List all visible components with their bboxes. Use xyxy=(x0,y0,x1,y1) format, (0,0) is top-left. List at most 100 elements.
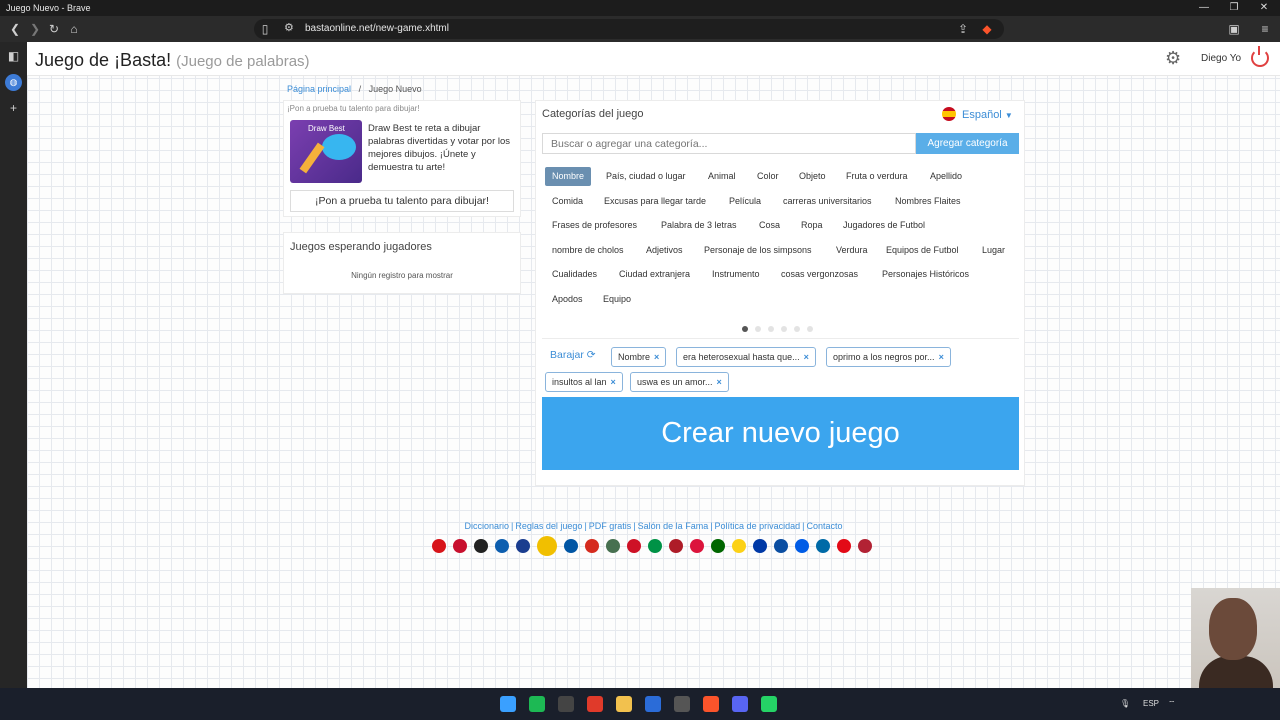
category-chip[interactable]: Jugadores de Futbol xyxy=(836,216,932,235)
russia-flag[interactable] xyxy=(753,539,767,553)
reload-icon[interactable]: ↻ xyxy=(45,20,63,38)
minimize-button[interactable]: — xyxy=(1189,0,1219,16)
category-chip[interactable]: Ciudad extranjera xyxy=(612,265,697,284)
category-chip[interactable]: carreras universitarios xyxy=(776,192,879,211)
wifi-icon[interactable]: ⌔ xyxy=(1168,699,1176,709)
remove-tag-icon[interactable]: × xyxy=(654,352,659,362)
croatia-flag[interactable] xyxy=(585,539,599,553)
remove-tag-icon[interactable]: × xyxy=(611,377,616,387)
denmark-flag[interactable] xyxy=(453,539,467,553)
greece-flag[interactable] xyxy=(495,539,509,553)
obs-icon[interactable] xyxy=(558,696,574,712)
spain-flag[interactable] xyxy=(537,536,557,556)
create-game-button[interactable]: Crear nuevo juego xyxy=(542,397,1019,470)
category-chip[interactable]: Personaje de los simpsons xyxy=(697,241,819,260)
netherlands-flag[interactable] xyxy=(669,539,683,553)
draw-best-image[interactable]: Draw Best xyxy=(290,120,362,183)
hungary-flag[interactable] xyxy=(606,539,620,553)
language-selector[interactable]: Español ▼ xyxy=(942,107,1013,121)
remove-tag-icon[interactable]: × xyxy=(939,352,944,362)
category-chip[interactable]: Lugar xyxy=(975,241,1012,260)
pagination-dot[interactable] xyxy=(742,326,748,332)
category-chip[interactable]: Película xyxy=(722,192,768,211)
italy-flag[interactable] xyxy=(648,539,662,553)
shuffle-button[interactable]: Barajar ⟳ xyxy=(550,349,596,361)
breadcrumb-home[interactable]: Página principal xyxy=(287,84,351,94)
bookmark-icon[interactable]: ▯ xyxy=(256,20,274,38)
selected-tag[interactable]: uswa es un amor... × xyxy=(630,372,729,392)
footer-link[interactable]: PDF gratis xyxy=(589,521,632,531)
footer-link[interactable]: Diccionario xyxy=(465,521,510,531)
input-language[interactable]: ESP xyxy=(1143,699,1159,708)
globe-icon[interactable]: ◍ xyxy=(5,74,22,91)
sweden-flag[interactable] xyxy=(816,539,830,553)
category-chip[interactable]: Palabra de 3 letras xyxy=(654,216,744,235)
portugal-flag[interactable] xyxy=(711,539,725,553)
pagination-dot[interactable] xyxy=(781,326,787,332)
wallet-icon[interactable]: ▣ xyxy=(1225,20,1243,38)
pagination-dot[interactable] xyxy=(794,326,800,332)
remove-tag-icon[interactable]: × xyxy=(717,377,722,387)
back-icon[interactable]: ❮ xyxy=(6,20,24,38)
add-icon[interactable]: + xyxy=(5,100,22,117)
category-chip[interactable]: Verdura xyxy=(829,241,875,260)
category-chip[interactable]: Animal xyxy=(701,167,743,186)
site-settings-icon[interactable]: ⚙ xyxy=(284,21,294,34)
sidebar-toggle-icon[interactable]: ◧ xyxy=(5,48,22,65)
poland-flag[interactable] xyxy=(690,539,704,553)
spotify-icon[interactable] xyxy=(529,696,545,712)
indonesia-flag[interactable] xyxy=(627,539,641,553)
slovenia-flag[interactable] xyxy=(795,539,809,553)
windows-start-icon[interactable] xyxy=(500,696,516,712)
footer-link[interactable]: Política de privacidad xyxy=(715,521,801,531)
promo-button[interactable]: ¡Pon a prueba tu talento para dibujar! xyxy=(290,190,514,212)
home-icon[interactable]: ⌂ xyxy=(65,20,83,38)
gear-icon[interactable]: ⚙ xyxy=(1165,48,1181,69)
add-category-button[interactable]: Agregar categoría xyxy=(916,133,1019,154)
selected-tag[interactable]: oprimo a los negros por... × xyxy=(826,347,951,367)
discord-icon[interactable] xyxy=(732,696,748,712)
footer-link[interactable]: Reglas del juego xyxy=(515,521,582,531)
davinci-icon[interactable] xyxy=(674,696,690,712)
romania-flag[interactable] xyxy=(732,539,746,553)
maximize-button[interactable]: ❐ xyxy=(1219,0,1249,16)
menu-icon[interactable]: ≡ xyxy=(1256,20,1274,38)
category-chip[interactable]: Fruta o verdura xyxy=(839,167,915,186)
category-chip[interactable]: País, ciudad o lugar xyxy=(599,167,693,186)
selected-tag[interactable]: insultos al lan × xyxy=(545,372,623,392)
selected-tag[interactable]: era heterosexual hasta que... × xyxy=(676,347,816,367)
category-chip[interactable]: Instrumento xyxy=(705,265,767,284)
close-window-button[interactable]: ✕ xyxy=(1249,0,1279,16)
brave-icon[interactable] xyxy=(703,696,719,712)
category-chip[interactable]: Equipo xyxy=(596,290,638,309)
category-chip[interactable]: Cosa xyxy=(752,216,787,235)
user-name[interactable]: Diego Yo xyxy=(1201,53,1241,64)
category-chip[interactable]: Nombre xyxy=(545,167,592,186)
acrobat-icon[interactable] xyxy=(587,696,603,712)
category-chip[interactable]: Excusas para llegar tarde xyxy=(597,192,713,211)
selected-tag[interactable]: Nombre × xyxy=(611,347,667,367)
footer-link[interactable]: Contacto xyxy=(806,521,842,531)
france-flag[interactable] xyxy=(564,539,578,553)
power-icon[interactable] xyxy=(1251,46,1269,67)
category-chip[interactable]: Ropa xyxy=(794,216,830,235)
category-chip[interactable]: Objeto xyxy=(792,167,833,186)
category-chip[interactable]: Adjetivos xyxy=(639,241,690,260)
category-chip[interactable]: Comida xyxy=(545,192,590,211)
germany-flag[interactable] xyxy=(474,539,488,553)
files-icon[interactable] xyxy=(616,696,632,712)
forward-icon[interactable]: ❯ xyxy=(26,20,44,38)
category-search-input[interactable] xyxy=(542,133,916,154)
pagination-dot[interactable] xyxy=(755,326,761,332)
brave-shield-icon[interactable]: ◆ xyxy=(978,20,996,38)
category-chip[interactable]: Color xyxy=(750,167,786,186)
category-chip[interactable]: nombre de cholos xyxy=(545,241,631,260)
category-chip[interactable]: Nombres Flaites xyxy=(888,192,968,211)
slovakia-flag[interactable] xyxy=(774,539,788,553)
footer-link[interactable]: Salón de la Fama xyxy=(638,521,709,531)
category-chip[interactable]: Apodos xyxy=(545,290,590,309)
category-chip[interactable]: Equipos de Futbol xyxy=(879,241,966,260)
share-icon[interactable]: ⇪ xyxy=(954,20,972,38)
pagination-dot[interactable] xyxy=(807,326,813,332)
category-chip[interactable]: Frases de profesores xyxy=(545,216,644,235)
